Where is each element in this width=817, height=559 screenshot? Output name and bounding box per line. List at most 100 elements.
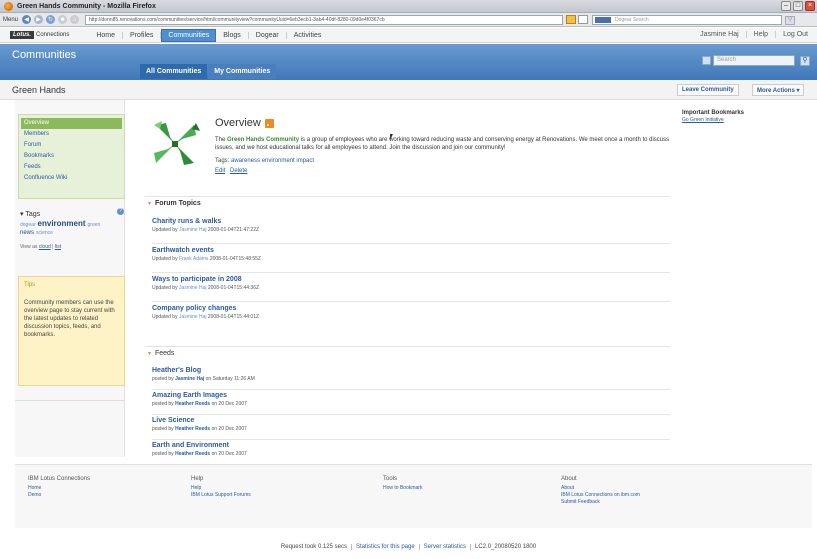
search-scope-dropdown[interactable] <box>702 56 711 65</box>
sidebar-item-bookmarks[interactable]: Bookmarks <box>19 151 124 162</box>
statistics-link[interactable]: Statistics for this page <box>352 544 420 550</box>
left-sidebar: Overview Members Forum Bookmarks Feeds C… <box>15 100 125 457</box>
posted-by-label: posted by <box>152 376 174 382</box>
sidebar-item-overview[interactable]: Overview <box>21 118 122 129</box>
footer-link-home[interactable]: Home <box>28 485 90 492</box>
edit-link[interactable]: Edit <box>215 168 225 174</box>
footer-link-about[interactable]: About <box>561 485 640 492</box>
maximize-icon[interactable]: □ <box>793 1 803 11</box>
feed-item-title[interactable]: Heather's Blog <box>152 367 255 374</box>
updated-by-label: Updated by <box>152 285 178 291</box>
nav-dogear[interactable]: Dogear <box>249 31 287 39</box>
forum-topic-title[interactable]: Earthwatch events <box>152 247 261 254</box>
tips-box: Tips Community members can use the overv… <box>18 276 125 386</box>
help-link[interactable]: Help <box>747 31 777 38</box>
feeds-section-heading[interactable]: ▼ Feeds <box>145 346 670 358</box>
minimize-icon[interactable]: – <box>781 1 791 11</box>
request-time: Request took 0.125 secs <box>277 544 352 550</box>
nav-activities[interactable]: Activities <box>287 32 329 39</box>
forum-section-heading[interactable]: ▼ Forum Topics <box>145 196 670 208</box>
community-tag-links[interactable]: awareness environment impact <box>231 158 314 164</box>
sidebar-divider <box>15 400 125 401</box>
feed-item-title[interactable]: Amazing Earth Images <box>152 392 247 399</box>
footer-link-demo[interactable]: Demo <box>28 492 90 499</box>
author-link[interactable]: Jasmine Haj <box>179 285 207 291</box>
view-list-link[interactable]: list <box>55 244 61 250</box>
footer-heading: Help <box>191 476 204 482</box>
tag-link[interactable]: science <box>36 230 53 236</box>
tag-link[interactable]: green <box>88 222 101 228</box>
tag-link[interactable]: news <box>20 230 34 236</box>
leave-community-button[interactable]: Leave Community <box>677 84 739 96</box>
sidebar-item-forum[interactable]: Forum <box>19 140 124 151</box>
view-cloud-link[interactable]: cloud <box>39 244 51 250</box>
bookmark-star-icon[interactable] <box>566 15 577 24</box>
forward-icon[interactable]: ▶ <box>34 15 44 24</box>
community-search-input[interactable]: Search <box>713 55 795 66</box>
author-link[interactable]: Jasmine Haj <box>179 314 207 320</box>
url-bar[interactable]: http://donn85.renovations.com/communitie… <box>85 14 564 25</box>
footer-link-help[interactable]: Help <box>191 485 251 492</box>
footer-link-how-to-bookmark[interactable]: How to Bookmark <box>383 485 422 492</box>
search-icon[interactable]: ⚲ <box>785 15 796 25</box>
tag-link[interactable]: dogear <box>20 222 36 228</box>
author-link[interactable]: Heather Reeds <box>175 426 210 432</box>
help-icon[interactable]: ? <box>117 208 124 215</box>
tags-heading[interactable]: ▾ Tags <box>20 210 40 218</box>
user-links: Jasmine Haj Help Log Out <box>693 31 815 38</box>
author-link[interactable]: Heather Reeds <box>175 401 210 407</box>
close-icon[interactable]: × <box>805 1 815 11</box>
nav-communities[interactable]: Communities <box>161 28 217 42</box>
main-content: Overview The Green Hands Community is a … <box>145 100 670 457</box>
footer-link-ibm-com[interactable]: IBM Lotus Connections on ibm.com <box>561 492 640 499</box>
collapse-triangle-icon[interactable]: ▼ <box>147 351 152 357</box>
feed-item-meta: posted by Heather Reeds on 20 Dec 2007 <box>152 401 247 407</box>
feed-item-title[interactable]: Earth and Environment <box>152 442 247 449</box>
sidebar-item-feeds[interactable]: Feeds <box>19 162 124 173</box>
author-link[interactable]: Heather Reeds <box>175 451 210 457</box>
rss-feed-icon[interactable] <box>264 118 274 128</box>
author-link[interactable]: Frank Adams <box>179 256 208 262</box>
home-icon[interactable]: ⌂ <box>70 15 80 24</box>
logout-link[interactable]: Log Out <box>776 31 815 38</box>
tab-all-communities[interactable]: All Communities <box>140 64 208 79</box>
go-icon[interactable] <box>578 15 589 24</box>
forum-topic-title[interactable]: Company policy changes <box>152 305 259 312</box>
footer-link-submit-feedback[interactable]: Submit Feedback <box>561 499 640 506</box>
forum-topic-title[interactable]: Ways to participate in 2008 <box>152 276 259 283</box>
posted-by-label: posted by <box>152 401 174 407</box>
browser-menu-button[interactable]: Menu <box>3 17 18 23</box>
row-divider <box>152 243 670 244</box>
delete-link[interactable]: Delete <box>230 168 247 174</box>
updated-by-label: Updated by <box>152 314 178 320</box>
back-icon[interactable]: ◀ <box>22 15 32 24</box>
forum-topic-title[interactable]: Charity runs & walks <box>152 218 259 225</box>
author-link[interactable]: Jasmine Haj <box>175 376 204 382</box>
reload-icon[interactable]: ↻ <box>46 15 56 24</box>
feed-item-title[interactable]: Live Science <box>152 417 247 424</box>
footer-heading: About <box>561 476 577 482</box>
tag-link[interactable]: environment <box>38 219 86 228</box>
bookmark-link[interactable]: Go Green Initiative <box>682 117 812 123</box>
more-actions-button[interactable]: More Actions ▾ <box>752 84 805 96</box>
sidebar-item-confluence-wiki[interactable]: Confluence Wiki <box>19 173 124 184</box>
search-go-icon[interactable]: ⚲ <box>800 55 810 66</box>
server-statistics-link[interactable]: Server statistics <box>420 544 472 550</box>
row-divider <box>152 389 670 390</box>
nav-blogs[interactable]: Blogs <box>216 31 249 39</box>
stop-icon[interactable]: ■ <box>58 15 68 24</box>
search-engine-icon[interactable] <box>595 16 612 23</box>
tab-my-communities[interactable]: My Communities <box>208 64 277 79</box>
forum-topic-meta: Updated by Jasmine Haj 2008-01-04T15:44:… <box>152 314 259 320</box>
nav-profiles[interactable]: Profiles <box>123 31 162 39</box>
firefox-icon <box>4 1 13 11</box>
browser-search-input[interactable]: Dogear Search ⚲ <box>592 14 796 25</box>
view-as-label: View as <box>20 244 38 250</box>
sidebar-item-members[interactable]: Members <box>19 129 124 140</box>
author-link[interactable]: Jasmine Haj <box>179 227 207 233</box>
collapse-triangle-icon[interactable]: ▼ <box>147 201 152 207</box>
user-name-link[interactable]: Jasmine Haj <box>693 31 747 38</box>
footer-link-support-forums[interactable]: IBM Lotus Support Forums <box>191 492 251 499</box>
nav-home[interactable]: Home <box>89 31 124 39</box>
url-go-buttons <box>566 15 589 24</box>
